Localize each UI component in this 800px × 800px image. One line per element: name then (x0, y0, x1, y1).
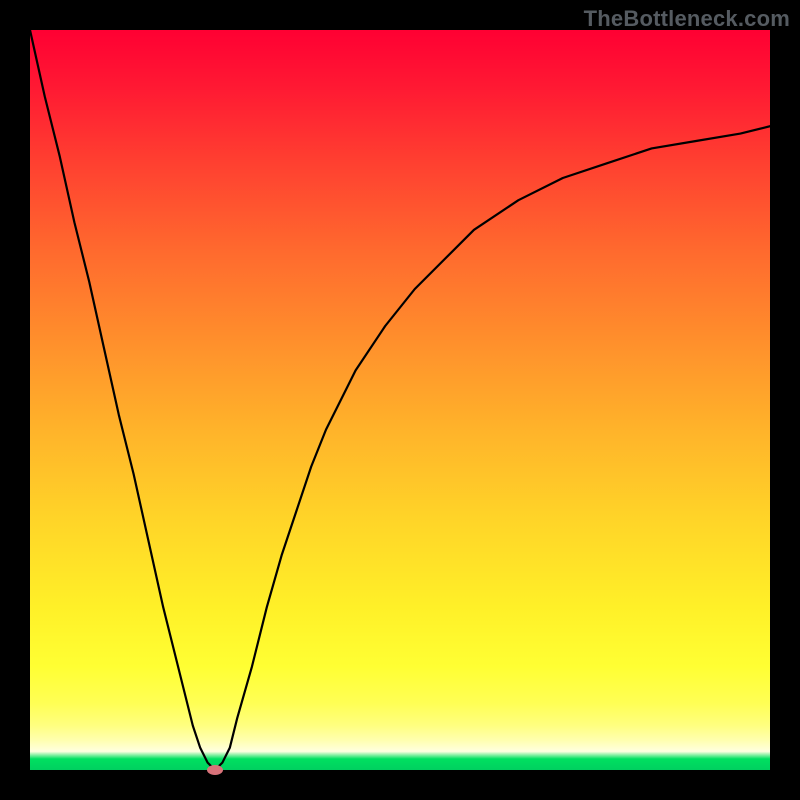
source-watermark: TheBottleneck.com (584, 6, 790, 32)
bottleneck-curve (30, 30, 770, 770)
minimum-marker-icon (207, 765, 223, 775)
plot-area (30, 30, 770, 770)
chart-frame: TheBottleneck.com (0, 0, 800, 800)
curve-svg (30, 30, 770, 770)
